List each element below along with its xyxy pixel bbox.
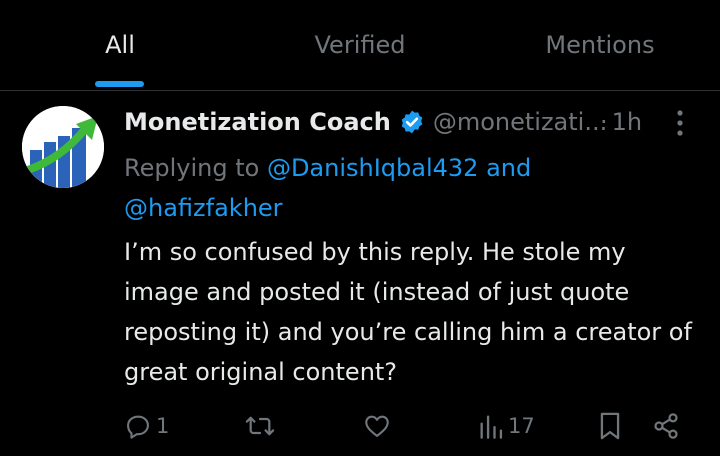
active-tab-indicator — [95, 81, 144, 87]
share-button[interactable] — [652, 404, 680, 448]
tab-all[interactable]: All — [80, 0, 160, 90]
replying-and: and — [478, 154, 532, 182]
post-time: · 1h — [600, 104, 642, 140]
post-text: I’m so confused by this reply. He stole … — [124, 238, 692, 386]
bookmark-button[interactable] — [598, 404, 622, 448]
avatar[interactable] — [22, 106, 104, 188]
replying-to: Replying to @DanishIqbal432 and @hafizfak… — [124, 148, 684, 228]
tab-mentions[interactable]: Mentions — [520, 0, 680, 90]
like-button[interactable] — [362, 404, 396, 448]
views-icon — [480, 415, 503, 439]
reply-icon — [127, 415, 149, 439]
replying-prefix: Replying to — [124, 154, 267, 182]
notification-tabs: All Verified Mentions — [0, 0, 720, 91]
bookmark-icon — [600, 412, 620, 440]
time-separator: · — [600, 108, 608, 136]
views-button[interactable]: 17 — [478, 404, 535, 448]
verified-badge-icon — [401, 110, 423, 134]
chart-growth-avatar — [22, 106, 104, 188]
like-icon — [365, 415, 389, 437]
repost-icon — [245, 416, 275, 436]
author-handle[interactable]: @monetizati... — [433, 108, 607, 136]
reply-button[interactable]: 1 — [124, 404, 169, 448]
post-timestamp[interactable]: 1h — [612, 108, 642, 136]
mention-link-1[interactable]: @DanishIqbal432 — [267, 154, 479, 182]
reply-count: 1 — [156, 414, 170, 438]
views-count: 17 — [508, 414, 535, 438]
mention-link-2[interactable]: @hafizfakher — [124, 194, 283, 222]
more-icon[interactable] — [668, 108, 692, 138]
tab-verified[interactable]: Verified — [290, 0, 430, 90]
post-header: Monetization Coach @monetizati... — [124, 104, 607, 140]
share-icon — [654, 413, 678, 439]
author-name[interactable]: Monetization Coach — [124, 108, 391, 136]
repost-button[interactable] — [244, 404, 280, 448]
